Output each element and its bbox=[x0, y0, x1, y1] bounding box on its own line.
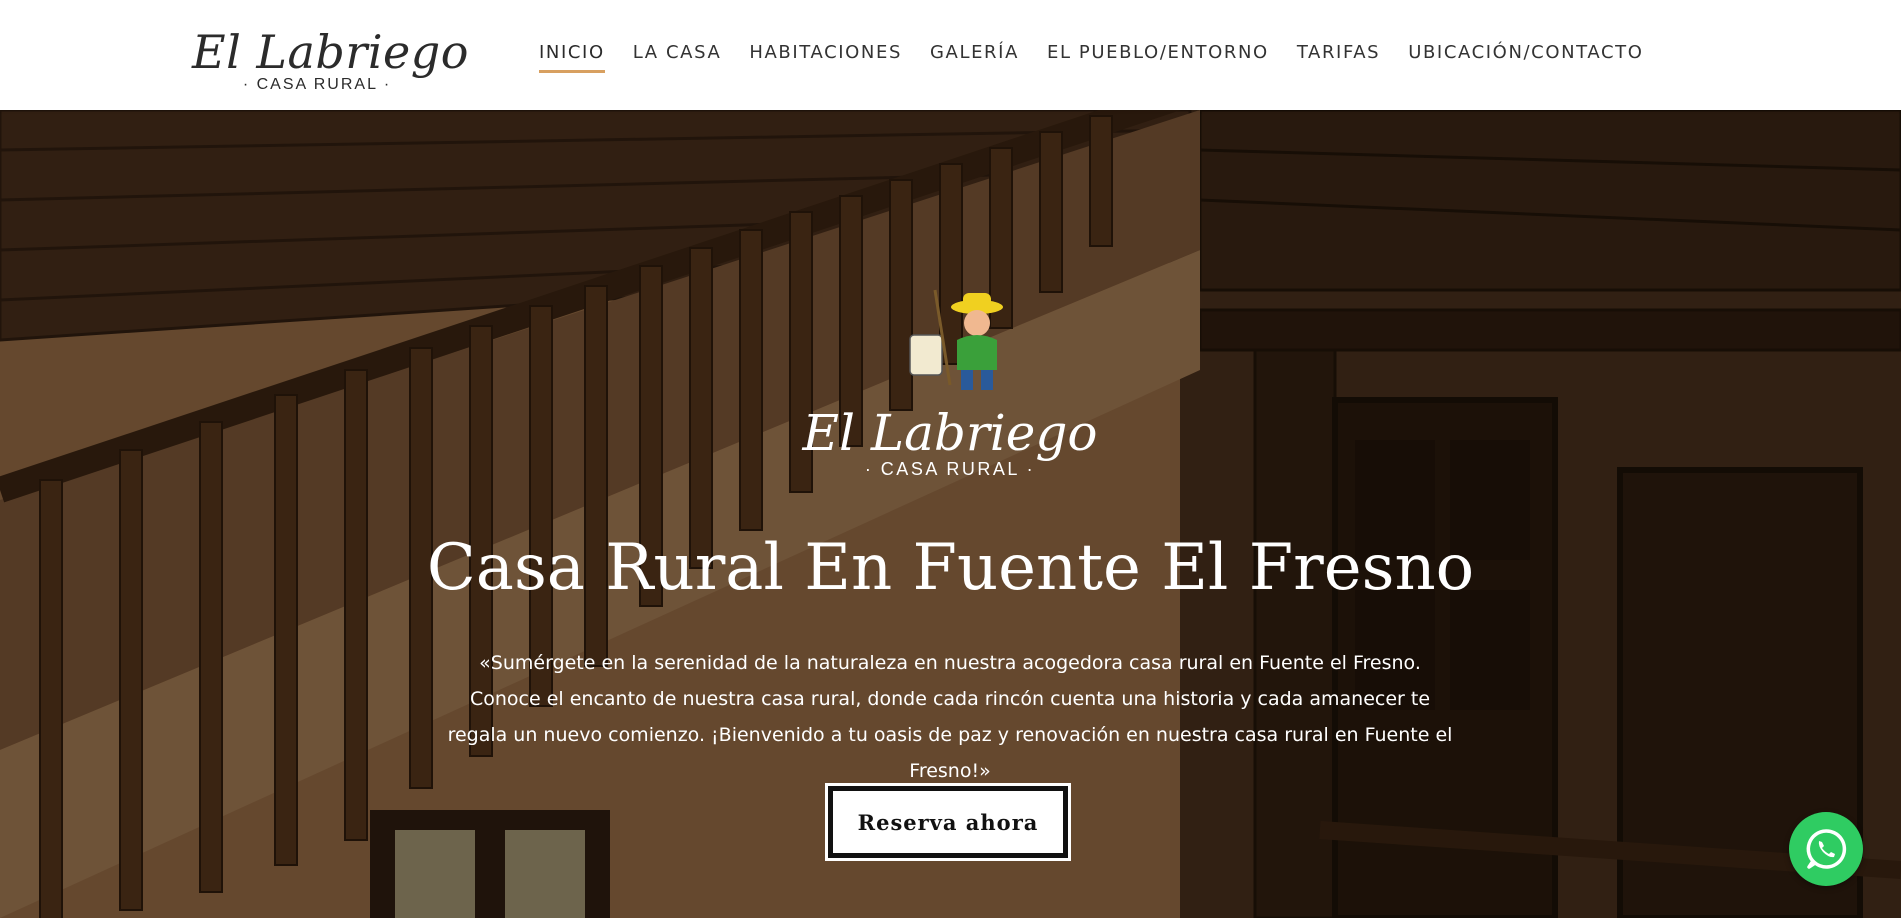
nav-item-habitaciones[interactable]: HABITACIONES bbox=[749, 42, 902, 69]
whatsapp-button[interactable] bbox=[1789, 812, 1863, 886]
nav-item-la-casa[interactable]: LA CASA bbox=[633, 42, 722, 69]
hero-title: Casa Rural En Fuente El Fresno bbox=[426, 531, 1475, 605]
nav-item-el-pueblo-entorno[interactable]: EL PUEBLO/ENTORNO bbox=[1047, 42, 1269, 69]
nav-item-tarifas[interactable]: TARIFAS bbox=[1297, 42, 1380, 69]
site-header: El Labriego · CASA RURAL · INICIO LA CAS… bbox=[0, 0, 1901, 110]
hero-logo-name: El Labriego bbox=[802, 404, 1098, 462]
site-logo[interactable]: El Labriego · CASA RURAL · bbox=[192, 25, 469, 98]
logo-name: El Labriego bbox=[192, 25, 469, 79]
hero-content: El Labriego · CASA RURAL · Casa Rural En… bbox=[0, 110, 1901, 918]
hero-logo: El Labriego · CASA RURAL · bbox=[750, 405, 1150, 480]
main-nav: INICIO LA CASA HABITACIONES GALERÍA EL P… bbox=[539, 42, 1672, 73]
hero-section: El Labriego · CASA RURAL · Casa Rural En… bbox=[0, 110, 1901, 918]
hero-description: «Sumérgete en la serenidad de la natural… bbox=[447, 652, 1453, 782]
nav-item-ubicacion-contacto[interactable]: UBICACIÓN/CONTACTO bbox=[1408, 42, 1643, 69]
farmer-mascot-icon bbox=[909, 289, 1003, 390]
nav-item-galeria[interactable]: GALERÍA bbox=[930, 42, 1019, 69]
reserve-now-button[interactable]: Reserva ahora bbox=[825, 783, 1071, 861]
nav-item-inicio[interactable]: INICIO bbox=[539, 42, 605, 73]
hero-logo-subtitle: · CASA RURAL · bbox=[864, 459, 1036, 479]
whatsapp-icon bbox=[1806, 829, 1847, 869]
